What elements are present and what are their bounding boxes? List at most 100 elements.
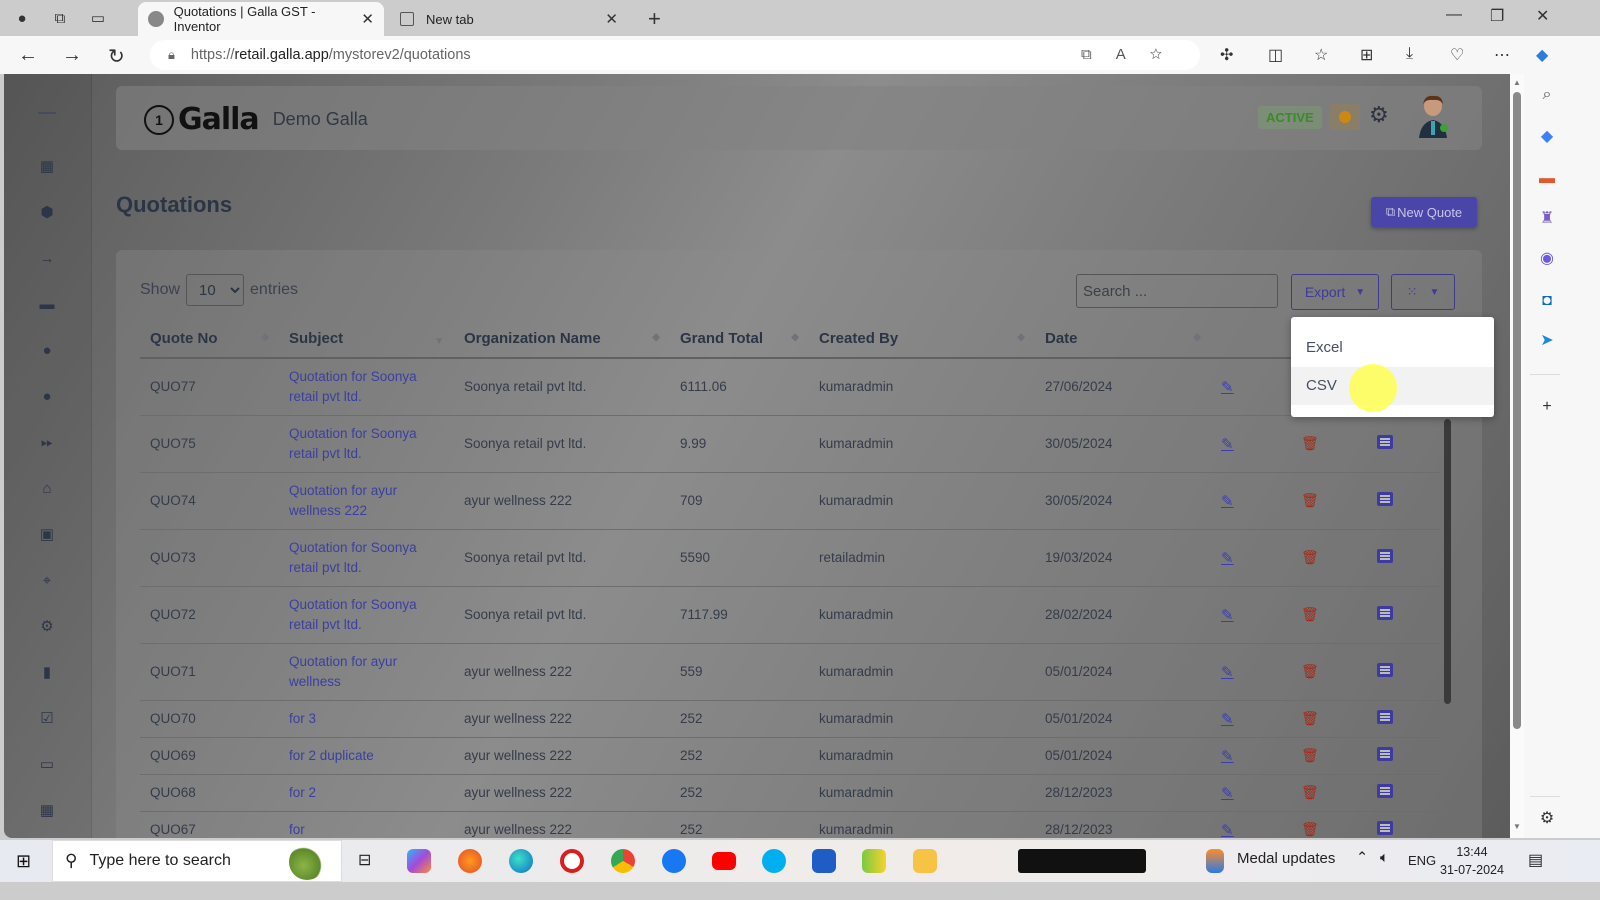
copilot-app-icon[interactable] — [407, 849, 431, 873]
coupon-icon[interactable]: ▬ — [38, 296, 56, 314]
tab-new-tab[interactable]: New tab ✕ — [390, 2, 628, 36]
edit-icon[interactable]: ✎ — [1221, 550, 1234, 567]
edit-icon[interactable]: ✎ — [1221, 785, 1234, 802]
view-details-icon[interactable] — [1377, 492, 1393, 506]
firefox-icon[interactable] — [458, 849, 482, 873]
subject-link[interactable]: Quotation for Soonya retail pvt ltd. — [279, 586, 454, 644]
notifications-icon[interactable]: ▤ — [1528, 850, 1543, 870]
column-visibility-button[interactable]: ⁙ ▼ — [1391, 274, 1455, 310]
export-option-excel[interactable]: Excel — [1291, 329, 1494, 367]
contacts-icon[interactable]: ▣ — [38, 526, 56, 544]
edge-icon[interactable] — [509, 849, 533, 873]
basket-icon[interactable]: ⌂ — [38, 480, 56, 498]
subject-link[interactable]: Quotation for ayur wellness 222 — [279, 472, 454, 530]
edit-icon[interactable]: ✎ — [1221, 711, 1234, 728]
task-view-icon[interactable]: ⊟ — [358, 850, 371, 870]
fast-forward-icon[interactable]: ⏩︎ — [38, 434, 56, 452]
page-size-select[interactable]: 10 — [186, 274, 245, 306]
view-details-icon[interactable] — [1377, 784, 1393, 798]
page-scrollbar[interactable]: ▲ ▼ — [1510, 74, 1524, 838]
windows-start-icon[interactable]: ⊞ — [16, 851, 31, 872]
subject-link[interactable]: Quotation for Soonya retail pvt ltd. — [279, 529, 454, 587]
delete-icon[interactable]: 🗑︎ — [1301, 663, 1319, 679]
volume-icon[interactable]: 🔈︎ — [1380, 850, 1389, 866]
view-details-icon[interactable] — [1377, 821, 1393, 835]
view-details-icon[interactable] — [1377, 747, 1393, 761]
scrollbar-thumb[interactable] — [1513, 92, 1521, 729]
alert-button[interactable] — [1330, 104, 1360, 130]
column-header-subject[interactable]: Subject ▼ — [279, 320, 454, 359]
search-icon[interactable]: ⌕ — [1536, 84, 1558, 106]
shopping-tag-icon[interactable]: ◆ — [1536, 126, 1558, 148]
sidebar-toggle[interactable] — [38, 112, 56, 114]
favorites-icon[interactable]: ☆ — [1314, 45, 1328, 65]
microsoft365-icon[interactable]: ◉ — [1536, 248, 1558, 270]
subject-link[interactable]: for 2 duplicate — [279, 737, 454, 775]
add-sidebar-app-icon[interactable]: + — [1536, 396, 1558, 418]
box-icon[interactable]: ⬢ — [38, 204, 56, 222]
lock-icon[interactable]: 🔒︎ — [168, 47, 175, 63]
collections-icon[interactable]: ⊞ — [1360, 45, 1373, 65]
sidebar-settings-icon[interactable]: ⚙︎ — [1536, 808, 1558, 830]
checkbox-icon[interactable]: ☑︎ — [38, 710, 56, 728]
view-details-icon[interactable] — [1377, 710, 1393, 724]
taskbar-search[interactable]: ⚲ Type here to search — [52, 840, 342, 882]
cash-icon[interactable]: ▭ — [38, 756, 56, 774]
view-details-icon[interactable] — [1377, 435, 1393, 449]
url-bar[interactable]: 🔒︎ https://retail.galla.app/mystorev2/qu… — [150, 40, 1200, 70]
table-scrollbar[interactable] — [1444, 419, 1451, 704]
edit-icon[interactable]: ✎ — [1221, 664, 1234, 681]
send-icon[interactable]: ➤ — [1536, 330, 1558, 352]
tab-actions-icon[interactable]: ▭ — [82, 2, 114, 34]
edit-icon[interactable]: ✎ — [1221, 822, 1234, 839]
subject-link[interactable]: Quotation for ayur wellness — [279, 643, 454, 701]
language-indicator[interactable]: ENG — [1408, 853, 1436, 868]
delete-icon[interactable]: 🗑︎ — [1301, 747, 1319, 763]
column-header-grand-total[interactable]: Grand Total ◆ — [670, 320, 809, 359]
refresh-button[interactable]: ↻ — [108, 44, 125, 69]
skype-icon[interactable] — [762, 849, 786, 873]
edit-icon[interactable]: ✎ — [1221, 493, 1234, 510]
tab-quotations[interactable]: Quotations | Galla GST - Inventor ✕ — [138, 2, 384, 36]
url-actions[interactable]: ⧉A☆ — [1081, 46, 1186, 63]
delete-icon[interactable]: 🗑︎ — [1301, 606, 1319, 622]
avatar[interactable] — [1416, 94, 1450, 138]
user-icon[interactable]: ● — [38, 342, 56, 360]
column-header-date[interactable]: Date ◆ — [1035, 320, 1211, 359]
search-input[interactable] — [1076, 274, 1278, 308]
column-header-created-by[interactable]: Created By ◆ — [809, 320, 1035, 359]
delete-icon[interactable]: 🗑︎ — [1301, 549, 1319, 565]
location-icon[interactable]: ⌖ — [38, 572, 56, 590]
toolbox-icon[interactable]: ▬ — [1536, 168, 1558, 190]
forward-button[interactable]: → — [62, 44, 82, 67]
edit-icon[interactable]: ✎ — [1221, 748, 1234, 765]
downloads-icon[interactable]: ⤓ — [1406, 45, 1413, 63]
capture-toolbar[interactable] — [1018, 849, 1146, 873]
subject-link[interactable]: Quotation for Soonya retail pvt ltd. — [279, 415, 454, 473]
profile-icon[interactable]: ● — [6, 2, 38, 34]
delete-icon[interactable]: 🗑︎ — [1301, 821, 1319, 837]
edit-icon[interactable]: ✎ — [1221, 436, 1234, 453]
delete-icon[interactable]: 🗑︎ — [1301, 492, 1319, 508]
more-menu-icon[interactable]: ⋯ — [1494, 45, 1510, 65]
medal-icon[interactable] — [1206, 849, 1224, 873]
clock[interactable]: 13:44 31-07-2024 — [1440, 843, 1504, 879]
scroll-down-icon[interactable]: ▼ — [1513, 822, 1521, 831]
record-icon[interactable] — [560, 849, 584, 873]
column-header-organization[interactable]: Organization Name ◆ — [454, 320, 670, 359]
back-button[interactable]: ← — [18, 44, 38, 67]
view-details-icon[interactable] — [1377, 663, 1393, 677]
store-icon[interactable] — [812, 849, 836, 873]
close-window-button[interactable]: ✕ — [1536, 6, 1549, 26]
subject-link[interactable]: for 3 — [279, 700, 454, 738]
subject-link[interactable]: for — [279, 811, 454, 838]
view-details-icon[interactable] — [1377, 549, 1393, 563]
news-label[interactable]: Medal updates — [1237, 850, 1335, 867]
delete-icon[interactable]: 🗑︎ — [1301, 435, 1319, 451]
galla-logo[interactable]: 1 Galla Demo Galla — [144, 102, 368, 137]
subject-link[interactable]: for 2 — [279, 774, 454, 812]
edit-icon[interactable]: ✎ — [1221, 607, 1234, 624]
arrow-right-icon[interactable]: → — [38, 250, 56, 268]
delete-icon[interactable]: 🗑︎ — [1301, 784, 1319, 800]
facebook-icon[interactable] — [662, 849, 686, 873]
